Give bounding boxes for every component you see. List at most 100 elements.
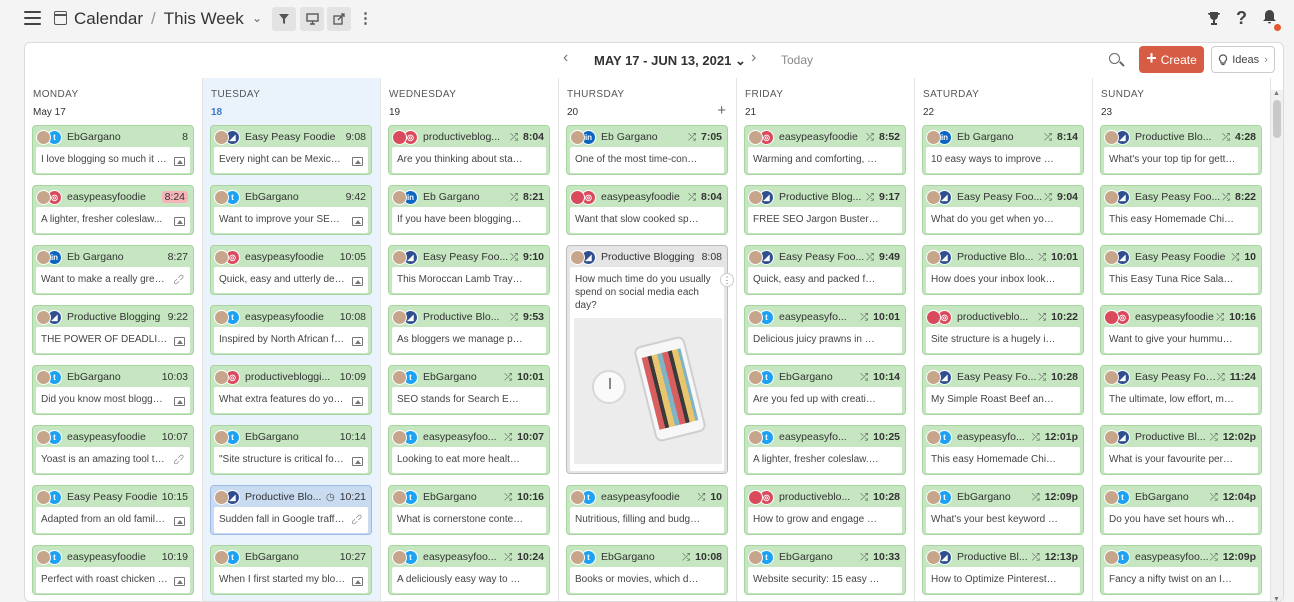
- post-time: 11:24: [1229, 371, 1256, 383]
- day-column-tuesday: TUESDAY 18 ◢ Easy Peasy Foodie 9:08 Every nig…: [203, 78, 381, 601]
- post-account: easypeasyfo...: [779, 311, 847, 323]
- post-card-header: t EbGargano ⤮ 10:01: [392, 368, 544, 386]
- post-card[interactable]: t easypeasyfoodie 10:19 Perfect with roast …: [32, 545, 194, 595]
- post-card[interactable]: ◢ Productive Blo... ⤮ 4:28 What's your top t…: [1100, 125, 1262, 175]
- post-card[interactable]: ◢ Easy Peasy Foodie ⤮ 10 This Easy Tuna Rice…: [1100, 245, 1262, 295]
- post-account: EbGargano: [779, 371, 833, 383]
- post-time: 9:49: [878, 251, 900, 263]
- post-card[interactable]: ◎ easypeasyfoodie ⤮ 8:04 Want that slow cook…: [566, 185, 728, 235]
- post-card[interactable]: t EbGargano ⤮ 10:08 Books or movies, which d…: [566, 545, 728, 595]
- post-card[interactable]: ◎ productiveblo... ⤮ 10:28 How to grow and e…: [744, 485, 906, 535]
- schedule-repeat-icon: ⤮: [504, 491, 513, 503]
- chevron-down-icon[interactable]: ⌄: [252, 11, 262, 25]
- post-text: Books or movies, which do yo...: [570, 567, 724, 593]
- post-card[interactable]: ◎ easypeasyfoodie 8:24 A lighter, fresher c…: [32, 185, 194, 235]
- post-card[interactable]: ◎ easypeasyfoodie ⤮ 10:16 Want to give your …: [1100, 305, 1262, 355]
- post-card-header: ◢ Easy Peasy Foo... ⤮ 9:10: [392, 248, 544, 266]
- filter-icon[interactable]: [272, 7, 296, 31]
- post-card[interactable]: ◢ Easy Peasy Fo... ⤮ 10:28 My Simple Roast B…: [922, 365, 1084, 415]
- post-card[interactable]: ◢ Easy Peasy Foodie 9:08 Every night can be…: [210, 125, 372, 175]
- ideas-button[interactable]: Ideas ›: [1211, 46, 1275, 73]
- post-card[interactable]: t EbGargano 8 I love blogging so much it n.…: [32, 125, 194, 175]
- post-card[interactable]: ◢ Easy Peasy Foo... ⤮ 11:24 The ultimate, lo…: [1100, 365, 1262, 415]
- post-card[interactable]: ◢ Productive Blogging 8:08 How much time do…: [566, 245, 734, 474]
- scroll-down-icon[interactable]: ▼: [1273, 596, 1280, 601]
- post-card[interactable]: ◢ Productive Bl... ⤮ 12:13p How to Optimize …: [922, 545, 1084, 595]
- view-selector[interactable]: This Week: [164, 9, 244, 28]
- date-range-selector[interactable]: MAY 17 - JUN 13, 2021 ⌄: [594, 53, 746, 69]
- post-card[interactable]: ◢ Productive Bl... ⤮ 12:02p What is your fav…: [1100, 425, 1262, 475]
- schedule-repeat-icon: ⤮: [1038, 371, 1047, 383]
- post-card-header: ◎ productivebloggi... 10:09: [214, 368, 366, 386]
- post-card[interactable]: t easypeasyfoo... ⤮ 10:07 Looking to eat mor…: [388, 425, 550, 475]
- avatar: [392, 129, 407, 145]
- schedule-repeat-icon: ⤮: [860, 311, 869, 323]
- post-card[interactable]: ◎ easypeasyfoodie ⤮ 8:52 Warming and comfort…: [744, 125, 906, 175]
- post-card[interactable]: ◢ Easy Peasy Foo... ⤮ 9:04 What do you get w…: [922, 185, 1084, 235]
- avatar: [748, 369, 763, 385]
- previous-range-icon[interactable]: ‹: [563, 49, 568, 67]
- post-card[interactable]: ◢ Easy Peasy Foo... ⤮ 8:22 This easy Homemad…: [1100, 185, 1262, 235]
- scroll-up-icon[interactable]: ▲: [1273, 90, 1280, 97]
- post-card[interactable]: ◢ Productive Blo... ⤮ 9:53 As bloggers we ma…: [388, 305, 550, 355]
- post-card[interactable]: t EbGargano ⤮ 12:09p What's your best keywor…: [922, 485, 1084, 535]
- image-icon: [352, 577, 363, 586]
- post-card[interactable]: t easypeasyfo... ⤮ 10:25 A lighter, fresher …: [744, 425, 906, 475]
- post-card[interactable]: ◢ Productive Blo... ◷ 10:21 Sudden fall in G…: [210, 485, 372, 535]
- trophy-icon[interactable]: [1206, 10, 1222, 31]
- post-card[interactable]: t EbGargano ⤮ 10:16 What is cornerstone cont…: [388, 485, 550, 535]
- post-card[interactable]: ◢ Productive Blo... ⤮ 10:01 How does your in…: [922, 245, 1084, 295]
- post-card[interactable]: ◎ productivebloggi... 10:09 What extra feat…: [210, 365, 372, 415]
- post-card[interactable]: in Eb Gargano ⤮ 8:21 If you have been bloggi…: [388, 185, 550, 235]
- post-card[interactable]: t EbGargano 10:03 Did you know most blogger…: [32, 365, 194, 415]
- more-options-icon[interactable]: ⋮: [358, 9, 373, 27]
- post-account: easypeasyfoodie: [67, 551, 146, 563]
- post-card[interactable]: t easypeasyfoodie 10:07 Yoast is an amazing…: [32, 425, 194, 475]
- avatar: [748, 129, 763, 145]
- post-card[interactable]: t EbGargano 9:42 Want to improve your SEO, …: [210, 185, 372, 235]
- post-card[interactable]: in Eb Gargano 8:27 Want to make a really gr…: [32, 245, 194, 295]
- avatar: [1104, 249, 1119, 265]
- avatar: [1104, 129, 1119, 145]
- post-card[interactable]: ◢ Productive Blog... ⤮ 9:17 FREE SEO Jargon …: [744, 185, 906, 235]
- day-name: MONDAY: [33, 89, 79, 100]
- share-icon[interactable]: [327, 7, 351, 31]
- post-card[interactable]: t Easy Peasy Foodie 10:15 Adapted from an o…: [32, 485, 194, 535]
- post-card[interactable]: t easypeasyfoo... ⤮ 12:09p Fancy a nifty twi…: [1100, 545, 1262, 595]
- post-card[interactable]: ◢ Easy Peasy Foo... ⤮ 9:10 This Moroccan Lam…: [388, 245, 550, 295]
- post-card[interactable]: t easypeasyfoodie 10:08 Inspired by North A…: [210, 305, 372, 355]
- post-card[interactable]: t EbGargano 10:27 When I first started my b…: [210, 545, 372, 595]
- hamburger-menu-icon[interactable]: [24, 11, 41, 25]
- post-card[interactable]: t EbGargano ⤮ 12:04p Do you have set hours w…: [1100, 485, 1262, 535]
- create-button[interactable]: + Create: [1139, 46, 1204, 73]
- scrollbar[interactable]: ▲ ▼: [1271, 90, 1283, 601]
- help-icon[interactable]: ?: [1236, 8, 1247, 29]
- post-card[interactable]: ◎ easypeasyfoodie 10:05 Quick, easy and utt…: [210, 245, 372, 295]
- post-card[interactable]: t EbGargano 10:14 "Site structure is critic…: [210, 425, 372, 475]
- search-icon[interactable]: [1107, 51, 1127, 71]
- post-card[interactable]: ◢ Productive Blogging 9:22 THE POWER OF DEA…: [32, 305, 194, 355]
- avatar: [392, 189, 407, 205]
- add-post-icon[interactable]: +: [717, 102, 726, 119]
- post-card[interactable]: in Eb Gargano ⤮ 7:05 One of the most time-co…: [566, 125, 728, 175]
- post-card[interactable]: in Eb Gargano ⤮ 8:14 10 easy ways to improve…: [922, 125, 1084, 175]
- post-card[interactable]: t easypeasyfoo... ⤮ 10:24 A deliciously easy…: [388, 545, 550, 595]
- monitor-icon[interactable]: [300, 7, 324, 31]
- next-range-icon[interactable]: ›: [751, 49, 756, 67]
- post-card[interactable]: t easypeasyfo... ⤮ 10:01 Delicious juicy pra…: [744, 305, 906, 355]
- post-card[interactable]: t easypeasyfo... ⤮ 12:01p This easy Homemade…: [922, 425, 1084, 475]
- post-card[interactable]: t EbGargano ⤮ 10:33 Website security: 15 eas…: [744, 545, 906, 595]
- post-text: If you have been blogging for s...: [392, 207, 546, 233]
- post-time: 12:01p: [1044, 431, 1078, 443]
- post-card[interactable]: t easypeasyfoodie ⤮ 10 Nutritious, filling a…: [566, 485, 728, 535]
- post-card[interactable]: t EbGargano ⤮ 10:14 Are you fed up with crea…: [744, 365, 906, 415]
- post-account: Eb Gargano: [423, 191, 480, 203]
- post-card[interactable]: ◢ Easy Peasy Foo... ⤮ 9:49 Quick, easy and p…: [744, 245, 906, 295]
- scrollbar-thumb[interactable]: [1273, 100, 1281, 138]
- post-card[interactable]: ◎ productiveblo... ⤮ 10:22 Site structure is…: [922, 305, 1084, 355]
- post-more-icon[interactable]: ⋮: [720, 273, 734, 287]
- post-card[interactable]: t EbGargano ⤮ 10:01 SEO stands for Search En…: [388, 365, 550, 415]
- breadcrumb-calendar[interactable]: Calendar: [74, 9, 143, 28]
- post-card[interactable]: ◎ productiveblog... ⤮ 8:04 Are you thinking …: [388, 125, 550, 175]
- today-button[interactable]: Today: [781, 53, 813, 67]
